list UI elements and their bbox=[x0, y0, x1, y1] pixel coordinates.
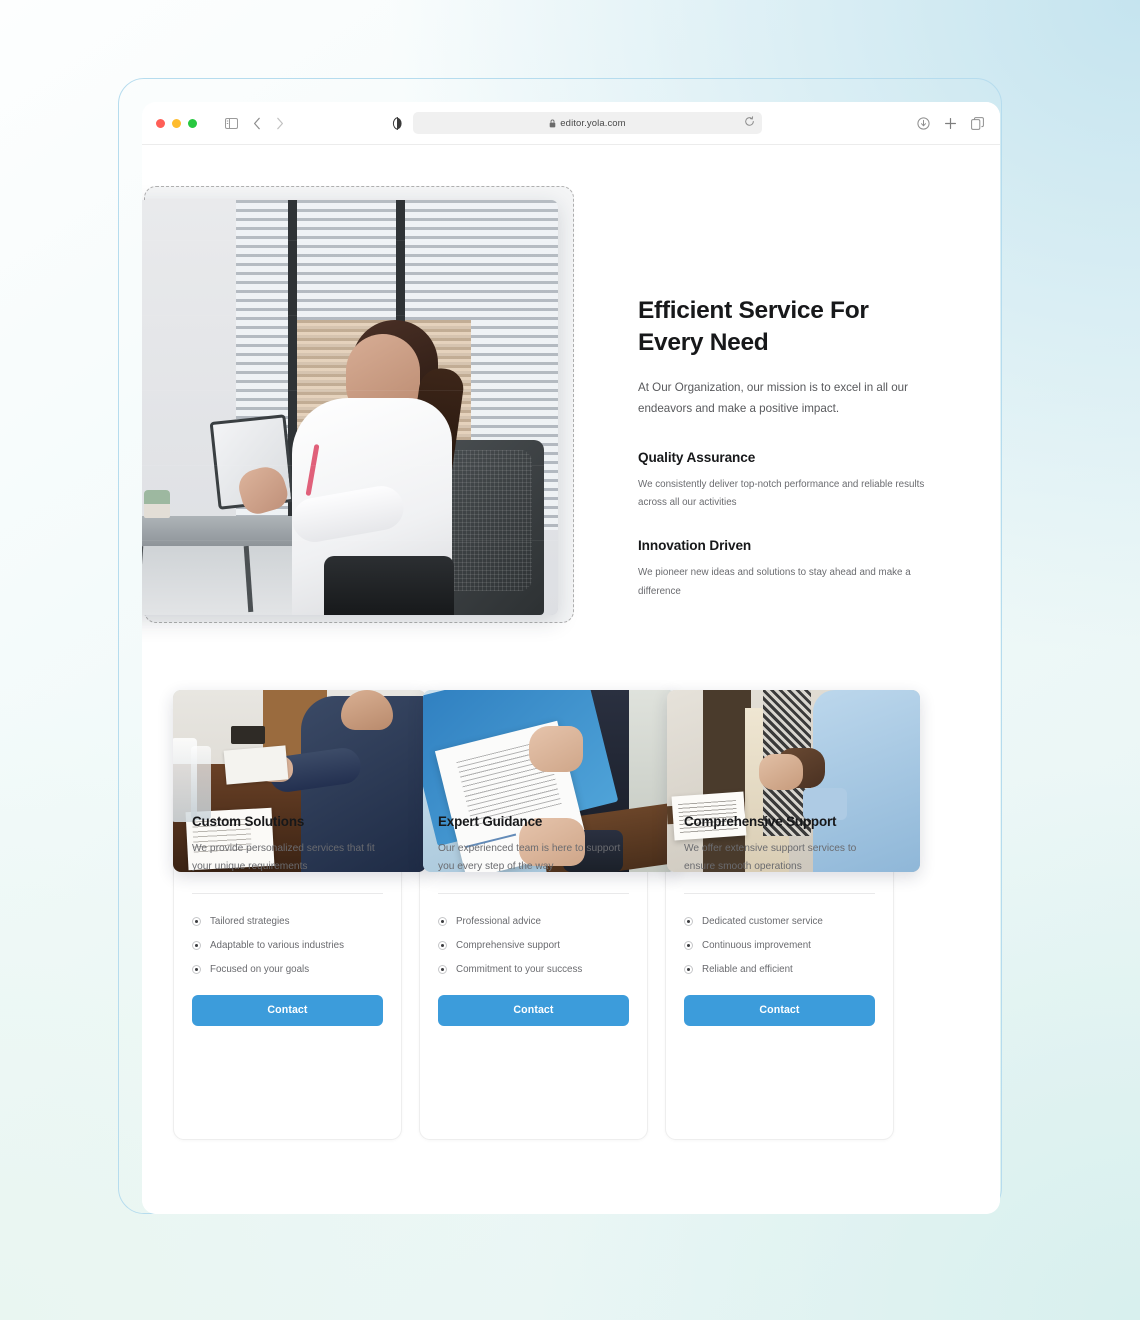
bullet-dot-icon bbox=[192, 965, 201, 975]
tab-overview-icon[interactable] bbox=[971, 116, 984, 130]
download-icon[interactable] bbox=[917, 116, 930, 130]
list-item-label: Continuous improvement bbox=[702, 940, 811, 952]
contact-button[interactable]: Contact bbox=[192, 994, 383, 1026]
maximize-button[interactable] bbox=[188, 118, 197, 128]
list-item: Tailored strategies bbox=[192, 910, 383, 934]
address-bar-area: editor.yola.com bbox=[392, 112, 762, 134]
service-card-custom-solutions[interactable]: Custom Solutions We provide personalized… bbox=[173, 690, 426, 1170]
hero-text-block: Efficient Service For Every Need At Our … bbox=[638, 295, 928, 601]
bullet-dot-icon bbox=[684, 941, 693, 951]
bullet-dot-icon bbox=[684, 917, 693, 927]
bullet-dot-icon bbox=[438, 941, 447, 951]
feature-description: We pioneer new ideas and solutions to st… bbox=[638, 567, 911, 597]
card-description: We provide personalized services that fi… bbox=[192, 843, 375, 873]
browser-toolbar: editor.yola.com bbox=[142, 102, 1000, 145]
back-chevron-left-icon[interactable] bbox=[253, 117, 261, 130]
bullet-dot-icon bbox=[192, 941, 201, 951]
card-title: Comprehensive Support bbox=[684, 814, 837, 829]
card-title: Custom Solutions bbox=[192, 814, 305, 829]
card-divider bbox=[438, 892, 629, 894]
list-item: Adaptable to various industries bbox=[192, 934, 383, 958]
list-item-label: Professional advice bbox=[456, 916, 541, 928]
card-divider bbox=[684, 892, 875, 894]
hero-section: Efficient Service For Every Need At Our … bbox=[142, 145, 1000, 645]
navigation-controls bbox=[225, 117, 284, 130]
lock-icon bbox=[549, 119, 556, 128]
contact-button[interactable]: Contact bbox=[684, 994, 875, 1026]
card-feature-list: Tailored strategies Adaptable to various… bbox=[192, 910, 383, 982]
window-controls bbox=[156, 118, 197, 128]
card-body: Custom Solutions We provide personalized… bbox=[173, 788, 402, 1046]
list-item: Reliable and efficient bbox=[684, 958, 875, 982]
list-item: Professional advice bbox=[438, 910, 629, 934]
hero-feature-innovation-driven: Innovation Driven We pioneer new ideas a… bbox=[638, 538, 928, 601]
list-item: Focused on your goals bbox=[192, 958, 383, 982]
hero-feature-quality-assurance: Quality Assurance We consistently delive… bbox=[638, 450, 928, 513]
card-divider bbox=[192, 892, 383, 894]
new-tab-plus-icon[interactable] bbox=[944, 117, 957, 130]
bullet-dot-icon bbox=[684, 965, 693, 975]
url-text: editor.yola.com bbox=[560, 117, 626, 129]
card-description: Our experienced team is here to support … bbox=[438, 843, 621, 873]
card-body: Comprehensive Support We offer extensive… bbox=[665, 788, 894, 1046]
services-card-row: Custom Solutions We provide personalized… bbox=[142, 690, 1000, 1170]
list-item-label: Comprehensive support bbox=[456, 940, 561, 952]
list-item-label: Reliable and efficient bbox=[702, 964, 793, 976]
service-card-expert-guidance[interactable]: Expert Guidance Our experienced team is … bbox=[419, 690, 676, 1170]
hero-subtitle: At Our Organization, our mission is to e… bbox=[638, 380, 908, 416]
browser-window: editor.yola.com Efficient Service For Ev… bbox=[142, 102, 1000, 1214]
bullet-dot-icon bbox=[438, 917, 447, 927]
service-card-comprehensive-support[interactable]: Comprehensive Support We offer extensive… bbox=[665, 690, 920, 1170]
contact-button[interactable]: Contact bbox=[438, 994, 629, 1026]
list-item: Continuous improvement bbox=[684, 934, 875, 958]
website-canvas: Efficient Service For Every Need At Our … bbox=[142, 145, 1000, 1214]
card-feature-list: Dedicated customer service Continuous im… bbox=[684, 910, 875, 982]
list-item-label: Focused on your goals bbox=[210, 964, 310, 976]
reader-mode-icon[interactable] bbox=[392, 116, 403, 130]
url-input[interactable]: editor.yola.com bbox=[413, 112, 762, 134]
hero-image-illustration bbox=[142, 200, 558, 615]
list-item: Dedicated customer service bbox=[684, 910, 875, 934]
list-item-label: Commitment to your success bbox=[456, 964, 583, 976]
bullet-dot-icon bbox=[192, 917, 201, 927]
list-item: Commitment to your success bbox=[438, 958, 629, 982]
card-body: Expert Guidance Our experienced team is … bbox=[419, 788, 648, 1046]
minimize-button[interactable] bbox=[172, 118, 181, 128]
bullet-dot-icon bbox=[438, 965, 447, 975]
feature-title: Innovation Driven bbox=[638, 538, 752, 554]
toolbar-actions bbox=[917, 116, 984, 130]
card-feature-list: Professional advice Comprehensive suppor… bbox=[438, 910, 629, 982]
hero-image[interactable] bbox=[142, 200, 558, 615]
card-title: Expert Guidance bbox=[438, 814, 543, 829]
list-item: Comprehensive support bbox=[438, 934, 629, 958]
feature-description: We consistently deliver top-notch perfor… bbox=[638, 478, 925, 508]
feature-title: Quality Assurance bbox=[638, 449, 756, 465]
sidebar-toggle-icon[interactable] bbox=[225, 117, 238, 129]
hero-title: Efficient Service For Every Need bbox=[638, 297, 869, 357]
list-item-label: Dedicated customer service bbox=[702, 916, 823, 928]
card-description: We offer extensive support services to e… bbox=[684, 843, 857, 873]
forward-chevron-right-icon[interactable] bbox=[276, 117, 284, 130]
list-item-label: Adaptable to various industries bbox=[210, 940, 344, 952]
close-button[interactable] bbox=[156, 118, 165, 128]
list-item-label: Tailored strategies bbox=[210, 916, 290, 928]
reload-icon[interactable] bbox=[744, 114, 755, 132]
